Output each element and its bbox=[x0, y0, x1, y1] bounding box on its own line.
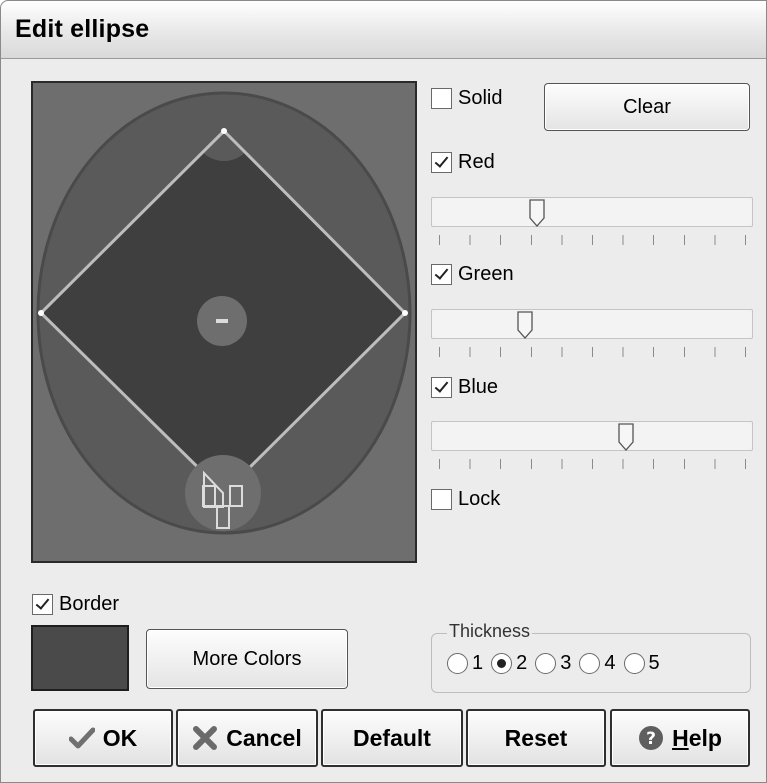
help-label: Help bbox=[672, 725, 722, 752]
border-checkbox-box[interactable] bbox=[32, 594, 53, 615]
border-color-swatch[interactable] bbox=[31, 625, 129, 691]
edit-ellipse-dialog: Edit ellipse Solid Clear Red Green Blue … bbox=[0, 0, 767, 783]
question-mark-icon: ? bbox=[639, 726, 664, 750]
checkmark-icon bbox=[68, 727, 95, 749]
default-button[interactable]: Default bbox=[321, 709, 463, 767]
dialog-title: Edit ellipse bbox=[15, 15, 150, 43]
green-label: Green bbox=[458, 263, 514, 285]
cancel-label: Cancel bbox=[226, 724, 302, 751]
red-slider-thumb[interactable] bbox=[529, 199, 545, 227]
clear-button-label: Clear bbox=[623, 95, 671, 118]
thickness-radio-5[interactable]: 5 bbox=[623, 652, 660, 675]
red-slider[interactable] bbox=[431, 197, 753, 253]
red-checkbox[interactable]: Red bbox=[431, 151, 495, 174]
svg-text:?: ? bbox=[646, 729, 656, 749]
lock-checkbox-box[interactable] bbox=[431, 489, 452, 510]
blue-slider-ticks bbox=[439, 459, 746, 469]
ellipse-preview bbox=[31, 81, 417, 563]
border-checkbox[interactable]: Border bbox=[32, 593, 119, 616]
cancel-button[interactable]: Cancel bbox=[176, 709, 318, 767]
blue-slider-track[interactable] bbox=[431, 421, 753, 451]
x-mark-icon bbox=[193, 726, 218, 750]
blue-slider[interactable] bbox=[431, 421, 753, 477]
solid-label: Solid bbox=[458, 87, 503, 109]
thickness-radio-5-label: 5 bbox=[648, 652, 660, 674]
blue-checkbox-box[interactable] bbox=[431, 377, 452, 398]
title-bar[interactable]: Edit ellipse bbox=[1, 1, 766, 59]
green-slider-ticks bbox=[439, 347, 746, 357]
ok-button[interactable]: OK bbox=[33, 709, 173, 767]
thickness-radio-3[interactable]: 3 bbox=[535, 652, 571, 675]
baseball-field-preview-icon bbox=[33, 83, 415, 561]
help-button[interactable]: ? Help bbox=[610, 709, 750, 767]
red-slider-ticks bbox=[439, 235, 746, 245]
ok-label: OK bbox=[102, 724, 138, 751]
thickness-radio-5-circle[interactable] bbox=[623, 653, 645, 674]
thickness-radio-4[interactable]: 4 bbox=[579, 652, 616, 675]
thickness-radio-1-label: 1 bbox=[472, 652, 484, 674]
red-label: Red bbox=[458, 151, 495, 173]
lock-label: Lock bbox=[458, 488, 501, 510]
green-slider-thumb[interactable] bbox=[517, 311, 533, 339]
solid-checkbox-box[interactable] bbox=[431, 88, 452, 109]
reset-label: Reset bbox=[504, 724, 568, 751]
reset-button[interactable]: Reset bbox=[466, 709, 606, 767]
thickness-radio-2-label: 2 bbox=[516, 652, 528, 674]
green-slider-track[interactable] bbox=[431, 309, 753, 339]
blue-slider-thumb[interactable] bbox=[618, 423, 634, 451]
blue-label: Blue bbox=[458, 376, 499, 398]
thickness-radio-4-label: 4 bbox=[604, 652, 616, 674]
more-colors-label: More Colors bbox=[192, 647, 302, 670]
red-slider-track[interactable] bbox=[431, 197, 753, 227]
help-mnemonic: H bbox=[672, 724, 689, 751]
border-label: Border bbox=[59, 593, 120, 615]
thickness-radio-3-label: 3 bbox=[560, 652, 572, 674]
green-checkbox[interactable]: Green bbox=[431, 263, 514, 286]
green-checkbox-box[interactable] bbox=[431, 264, 452, 285]
thickness-radio-2-circle[interactable] bbox=[491, 653, 513, 674]
thickness-radio-group: 1 2 3 4 5 bbox=[447, 652, 660, 675]
lock-checkbox[interactable]: Lock bbox=[431, 488, 500, 511]
red-checkbox-box[interactable] bbox=[431, 152, 452, 173]
green-slider[interactable] bbox=[431, 309, 753, 365]
thickness-radio-1[interactable]: 1 bbox=[447, 652, 483, 675]
clear-button[interactable]: Clear bbox=[544, 83, 750, 131]
thickness-radio-2[interactable]: 2 bbox=[491, 652, 527, 675]
more-colors-button[interactable]: More Colors bbox=[146, 629, 348, 689]
thickness-label: Thickness bbox=[447, 621, 533, 642]
thickness-radio-4-circle[interactable] bbox=[579, 653, 601, 674]
blue-checkbox[interactable]: Blue bbox=[431, 376, 498, 399]
default-label: Default bbox=[353, 724, 431, 751]
thickness-radio-1-circle[interactable] bbox=[447, 653, 468, 674]
solid-checkbox[interactable]: Solid bbox=[431, 87, 502, 110]
thickness-radio-3-circle[interactable] bbox=[535, 653, 557, 674]
help-label-rest: elp bbox=[688, 724, 722, 751]
